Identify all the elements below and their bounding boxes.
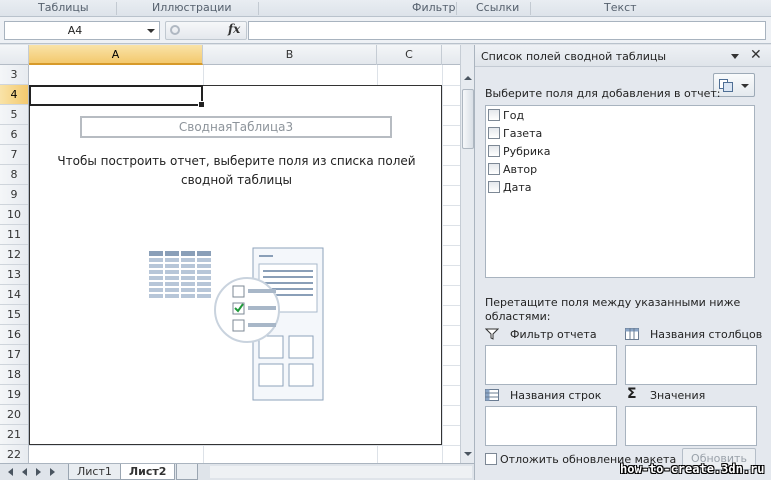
values-zone[interactable] (625, 406, 757, 446)
row-header[interactable]: 18 (0, 365, 28, 385)
column-header-a[interactable]: A (29, 45, 203, 65)
first-sheet-icon[interactable] (8, 468, 13, 476)
layout-icon (719, 79, 733, 92)
chevron-down-icon[interactable] (147, 29, 155, 33)
pane-title: Список полей сводной таблицы (481, 50, 667, 63)
field-item-date[interactable]: Дата (488, 180, 531, 198)
row-header[interactable]: 5 (0, 105, 28, 125)
report-filter-zone[interactable] (485, 345, 617, 385)
insert-function-button[interactable]: fx (228, 22, 240, 36)
row-header[interactable]: 9 (0, 185, 28, 205)
row-header[interactable]: 16 (0, 325, 28, 345)
ribbon-group-filter: Фильтр (412, 1, 456, 14)
ribbon-group-labels: Таблицы Иллюстрации Фильтр Ссылки Текст (0, 0, 771, 17)
pane-title-bar: Список полей сводной таблицы ✕ (475, 45, 771, 67)
row-header[interactable]: 8 (0, 165, 28, 185)
field-item-author[interactable]: Автор (488, 162, 537, 180)
formula-buttons: fx (165, 21, 247, 40)
column-labels-zone[interactable] (625, 345, 757, 385)
watermark: how-to-create.3dn.ru (620, 462, 765, 476)
vertical-scrollbar[interactable] (460, 45, 474, 463)
row-header[interactable]: 13 (0, 265, 28, 285)
row-header[interactable]: 6 (0, 125, 28, 145)
row-header[interactable]: 15 (0, 305, 28, 325)
name-box[interactable]: A4 (4, 21, 160, 40)
horizontal-scrollbar[interactable] (210, 466, 472, 478)
values-label: Значения (650, 389, 706, 402)
row-header[interactable]: 4 (0, 85, 28, 105)
field-list-box: Год Газета Рубрика Автор Дата (485, 105, 755, 278)
worksheet-grid[interactable]: A B C 3 4 5 6 7 8 9 10 11 12 13 14 15 16 17 18 19 20 21 22 … (0, 45, 460, 463)
scroll-up-button[interactable] (462, 71, 474, 85)
sigma-icon: Σ (627, 386, 637, 402)
checkbox-icon[interactable] (488, 163, 500, 175)
formula-bar: A4 fx (0, 17, 771, 44)
checkbox-icon[interactable] (488, 145, 500, 157)
sheet-tab-2[interactable]: Лист2 (120, 464, 176, 480)
name-box-value: A4 (67, 24, 83, 37)
pane-options-icon[interactable] (731, 54, 739, 59)
drag-fields-label: Перетащите поля между указанными ниже об… (485, 296, 741, 323)
ribbon-group-illustrations: Иллюстрации (152, 1, 232, 14)
sheet-tab-bar: Лист1 Лист2 (0, 463, 474, 480)
row-header[interactable]: 12 (0, 245, 28, 265)
field-item-newspaper[interactable]: Газета (488, 126, 542, 144)
row-header[interactable]: 22 (0, 445, 28, 463)
filter-icon (485, 328, 499, 340)
pivot-field-list-pane: Список полей сводной таблицы ✕ Выберите … (474, 45, 771, 480)
checkbox-icon[interactable] (485, 453, 497, 465)
row-header[interactable]: 11 (0, 225, 28, 245)
column-headers: A B C (0, 45, 460, 65)
column-labels-label: Названия столбцов (650, 328, 763, 341)
select-all-corner[interactable] (0, 45, 29, 65)
ribbon-group-links: Ссылки (476, 1, 520, 14)
row-header[interactable]: 17 (0, 345, 28, 365)
expand-formula-icon[interactable] (170, 25, 180, 35)
choose-fields-label: Выберите поля для добавления в отчет: (485, 87, 721, 100)
sheet-tab-1[interactable]: Лист1 (68, 464, 121, 480)
column-header-c[interactable]: C (377, 45, 442, 65)
field-item-rubric[interactable]: Рубрика (488, 144, 550, 162)
checkbox-icon[interactable] (488, 109, 500, 121)
row-header[interactable]: 21 (0, 425, 28, 445)
row-header[interactable]: 20 (0, 405, 28, 425)
next-sheet-icon[interactable] (36, 468, 41, 476)
pivot-table-hint: Чтобы построить отчет, выберите поля из … (57, 154, 416, 187)
scroll-down-button[interactable] (462, 447, 474, 461)
insert-sheet-icon[interactable] (176, 464, 198, 480)
scroll-thumb[interactable] (462, 89, 474, 149)
row-labels-icon (485, 389, 499, 401)
prev-sheet-icon[interactable] (22, 468, 27, 476)
row-header[interactable]: 10 (0, 205, 28, 225)
column-header-b[interactable]: B (203, 45, 377, 65)
ribbon-group-text: Текст (604, 1, 637, 14)
pivot-table-name: СводнаяТаблица3 (80, 116, 392, 138)
row-header[interactable]: 19 (0, 385, 28, 405)
checkbox-icon[interactable] (488, 181, 500, 193)
row-headers: 3 4 5 6 7 8 9 10 11 12 13 14 15 16 17 18 19 20 21 22 (0, 65, 29, 463)
row-labels-label: Названия строк (510, 389, 602, 402)
selected-cell[interactable] (29, 85, 205, 108)
chevron-down-icon (741, 84, 749, 88)
field-item-year[interactable]: Год (488, 108, 524, 126)
row-header[interactable]: 7 (0, 145, 28, 165)
row-header[interactable]: 14 (0, 285, 28, 305)
row-labels-zone[interactable] (485, 406, 617, 446)
formula-input[interactable] (248, 21, 766, 40)
ribbon-group-tables: Таблицы (38, 1, 89, 14)
pivot-illustration-icon (149, 247, 324, 401)
row-header[interactable]: 3 (0, 65, 28, 85)
last-sheet-icon[interactable] (50, 468, 55, 476)
checkbox-icon[interactable] (488, 127, 500, 139)
pivot-table-placeholder[interactable]: СводнаяТаблица3 Чтобы построить отчет, в… (29, 85, 442, 445)
column-labels-icon (625, 328, 639, 340)
close-icon[interactable]: ✕ (750, 47, 762, 63)
report-filter-label: Фильтр отчета (510, 328, 597, 341)
